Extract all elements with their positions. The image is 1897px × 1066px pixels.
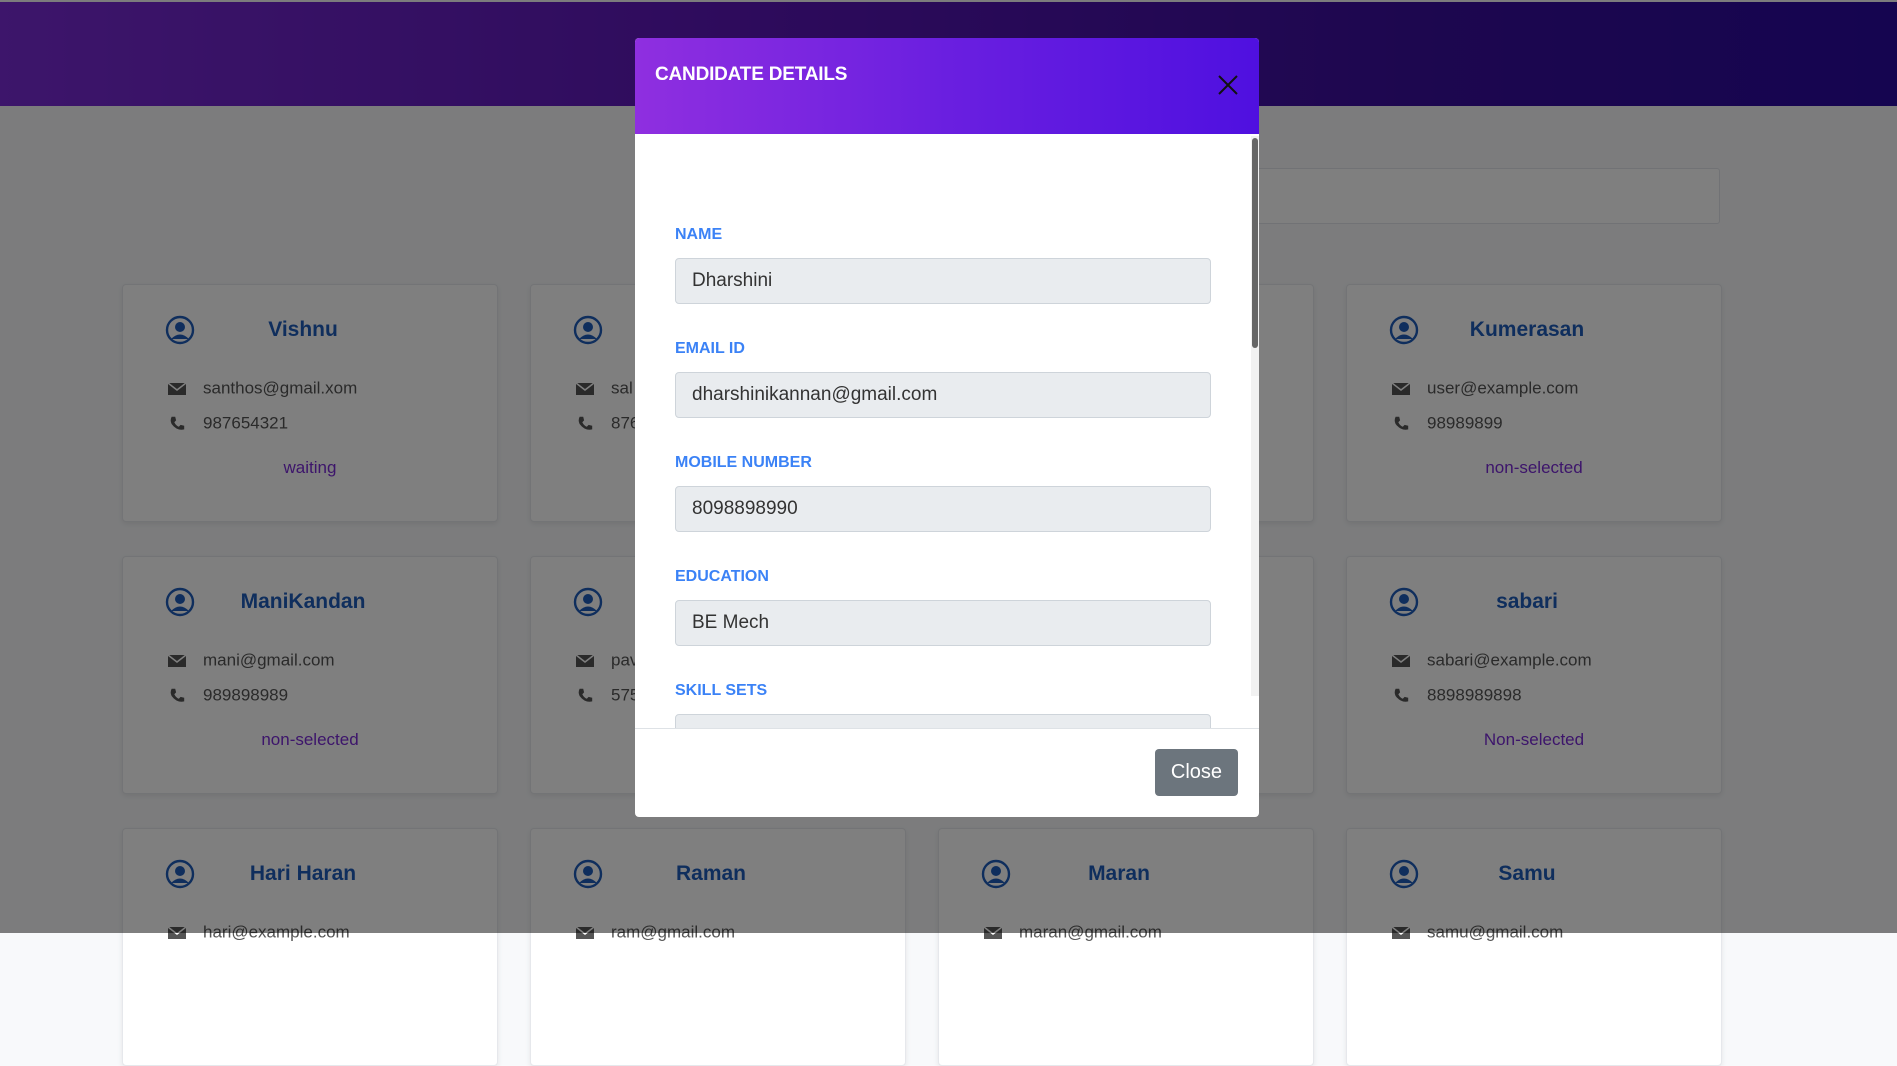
modal-title: CANDIDATE DETAILS: [655, 64, 848, 85]
skills-label: SKILL SETS: [675, 682, 768, 699]
candidate-details-modal: CANDIDATE DETAILS NAME Dharshini EMAIL I…: [635, 38, 1259, 817]
modal-body: NAME Dharshini EMAIL ID dharshinikannan@…: [635, 134, 1259, 728]
name-label: NAME: [675, 226, 723, 243]
modal-footer: Close: [635, 728, 1259, 817]
email-label: EMAIL ID: [675, 340, 745, 357]
name-field[interactable]: Dharshini: [675, 258, 1211, 304]
modal-scrollbar-thumb[interactable]: [1252, 138, 1258, 348]
close-icon[interactable]: [1215, 72, 1241, 98]
skills-field[interactable]: .Net, html: [675, 714, 1211, 728]
email-field[interactable]: dharshinikannan@gmail.com: [675, 372, 1211, 418]
mobile-field[interactable]: 8098898990: [675, 486, 1211, 532]
education-label: EDUCATION: [675, 568, 769, 585]
modal-header: CANDIDATE DETAILS: [635, 38, 1259, 134]
mobile-label: MOBILE NUMBER: [675, 454, 812, 471]
education-field[interactable]: BE Mech: [675, 600, 1211, 646]
close-button[interactable]: Close: [1155, 749, 1238, 796]
